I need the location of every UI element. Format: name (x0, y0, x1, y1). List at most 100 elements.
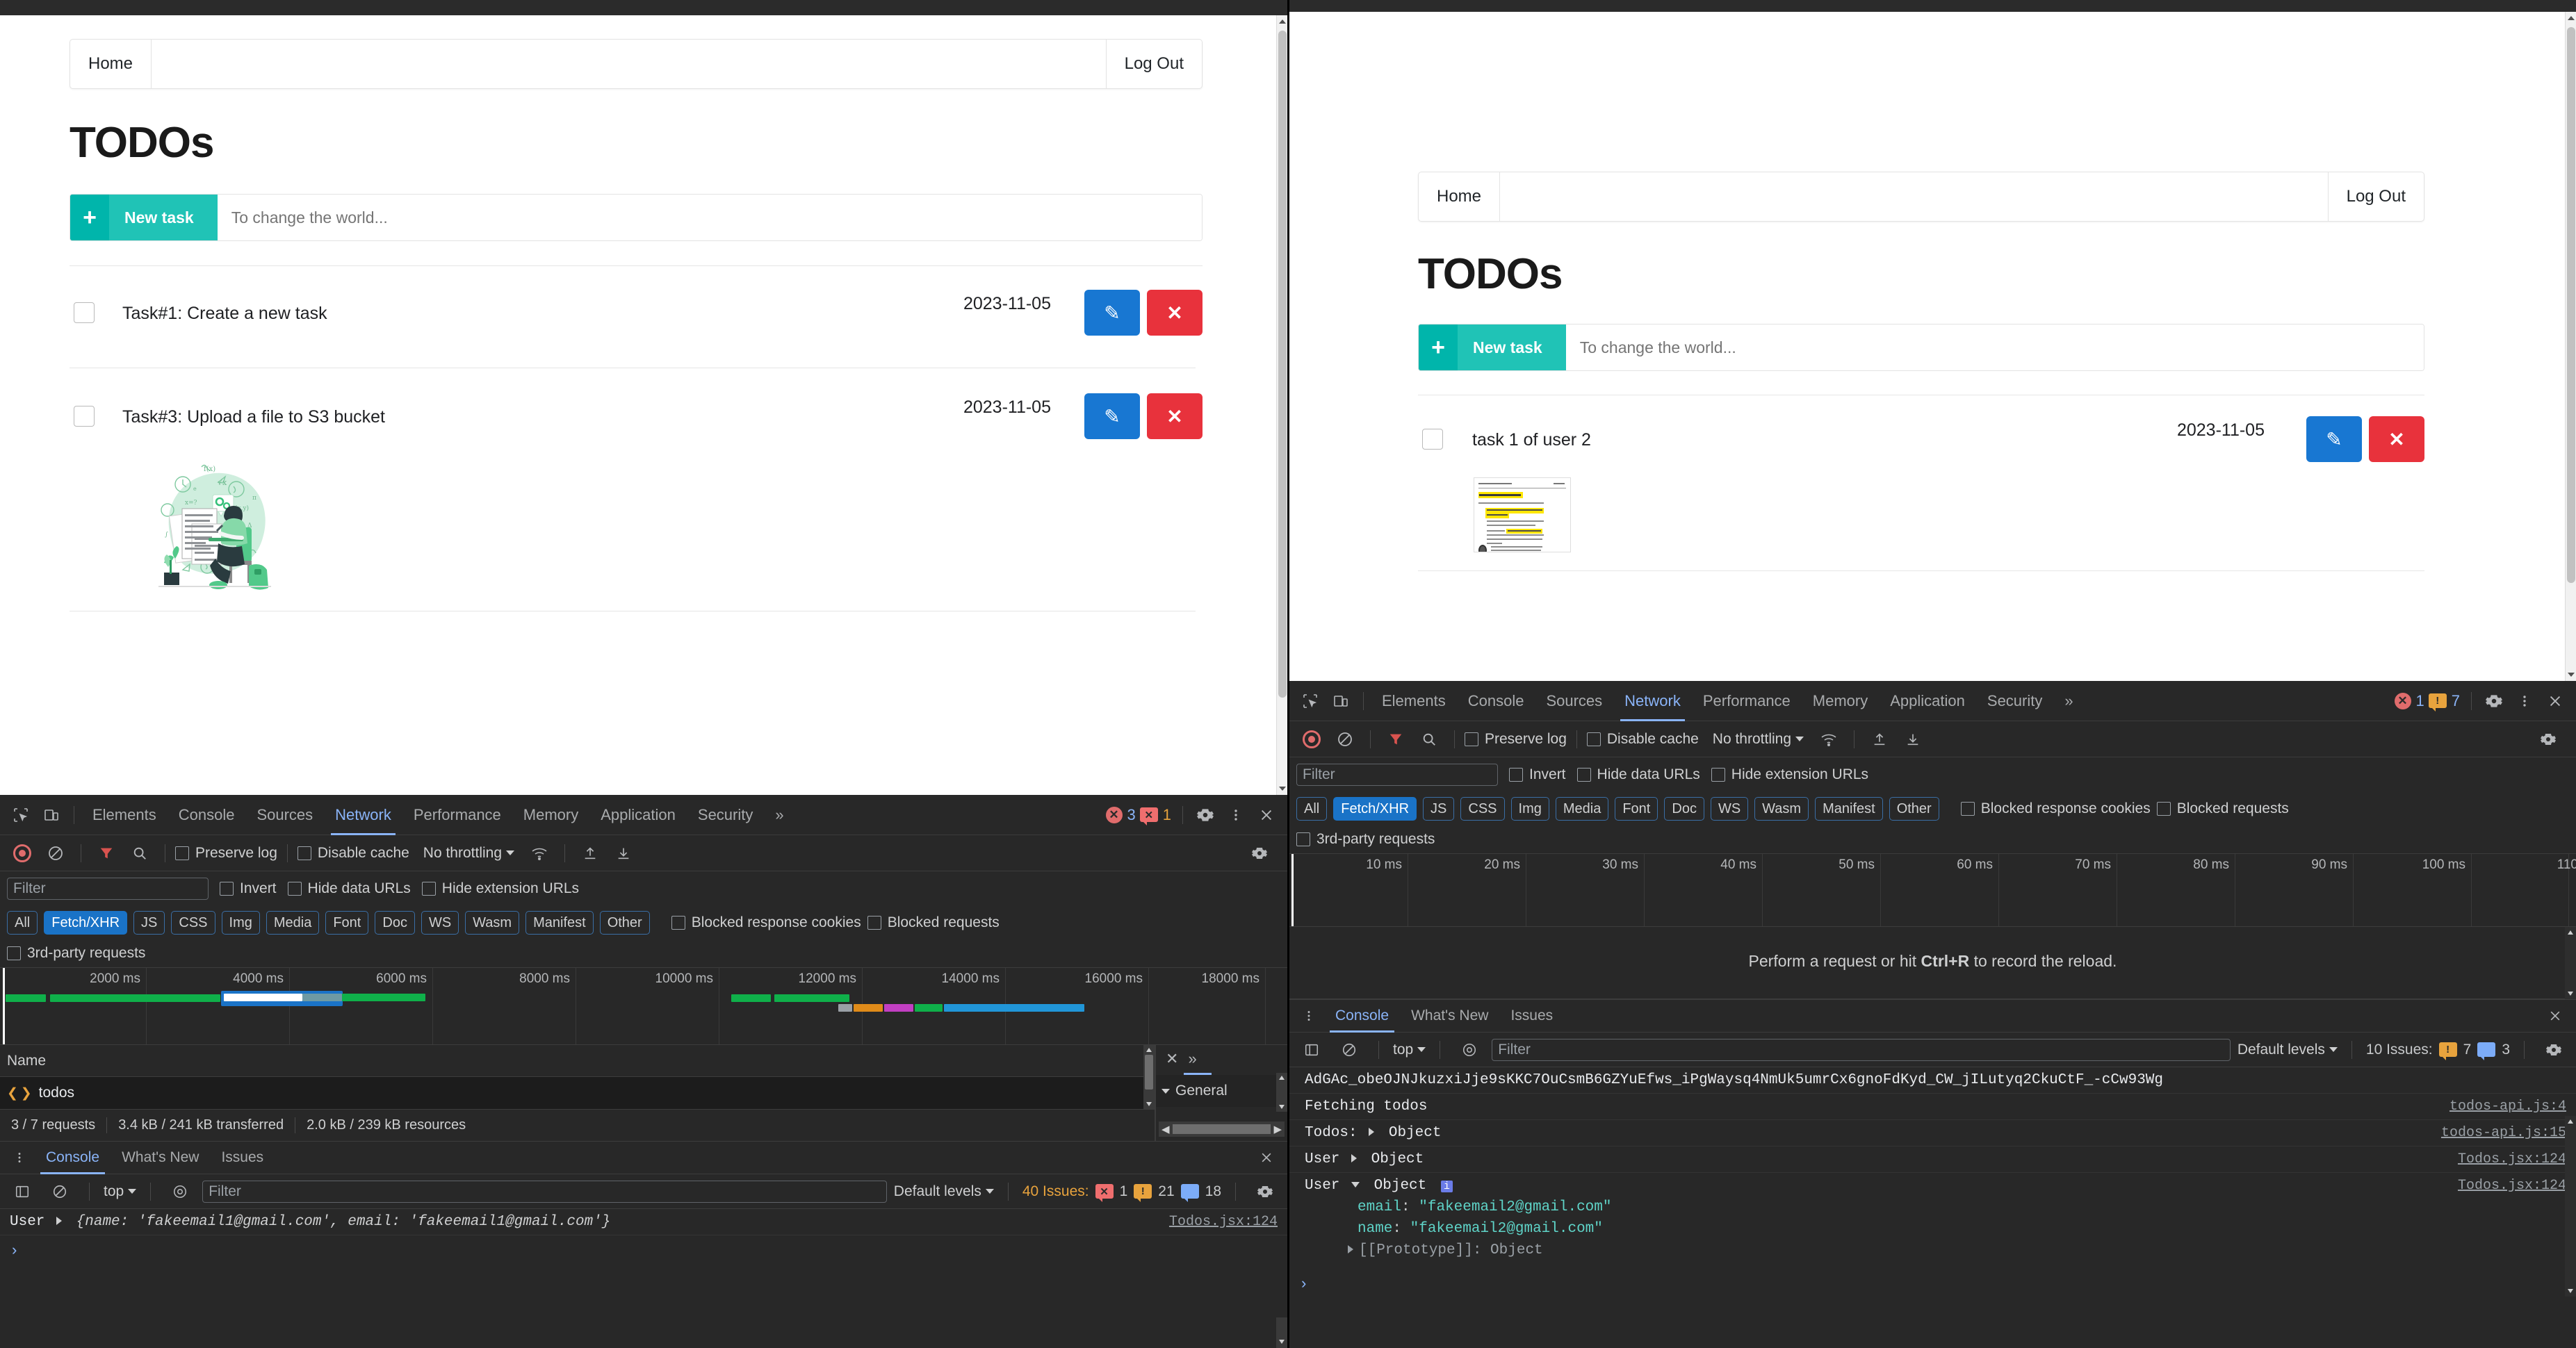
console-source-link[interactable]: todos-api.js:4 (2449, 1099, 2566, 1115)
console-message[interactable]: User Object Todos.jsx:124 (1289, 1146, 2576, 1173)
scroll-down-arrow[interactable] (1146, 1102, 1152, 1106)
console-prompt[interactable]: › (0, 1235, 1287, 1267)
drawer-close-icon[interactable] (2540, 1001, 2570, 1031)
export-har-icon[interactable] (1898, 724, 1928, 755)
scroll-thumb[interactable] (1278, 31, 1287, 698)
device-toolbar-icon[interactable] (36, 800, 67, 830)
gear-icon[interactable] (2479, 686, 2509, 716)
type-filter-ws[interactable]: WS (1711, 797, 1748, 821)
hide-extension-urls-checkbox[interactable]: Hide extension URLs (1711, 766, 1868, 783)
tab-sources[interactable]: Sources (245, 795, 324, 835)
tab-memory[interactable]: Memory (512, 795, 589, 835)
new-task-input[interactable] (218, 195, 1202, 240)
search-icon[interactable] (124, 838, 155, 869)
tab-sources[interactable]: Sources (1535, 681, 1613, 721)
search-icon[interactable] (1414, 724, 1444, 755)
tab-application[interactable]: Application (589, 795, 687, 835)
console-source-link[interactable]: Todos.jsx:124 (2458, 1178, 2566, 1194)
tab-network[interactable]: Network (1613, 681, 1692, 721)
nav-logout-link[interactable]: Log Out (1106, 40, 1202, 88)
disable-cache-checkbox[interactable]: Disable cache (297, 845, 409, 862)
issues-summary[interactable]: 40 Issues: ✕ 1 ! 21 18 (1022, 1183, 1221, 1200)
scroll-thumb[interactable] (1173, 1124, 1271, 1134)
console-settings-icon[interactable] (1250, 1176, 1280, 1207)
scroll-up-arrow[interactable] (1146, 1048, 1152, 1052)
inspect-element-icon[interactable] (1295, 686, 1326, 716)
hide-data-urls-checkbox[interactable]: Hide data URLs (288, 880, 411, 897)
console-source-link[interactable]: Todos.jsx:124 (1169, 1214, 1278, 1230)
import-har-icon[interactable] (575, 838, 605, 869)
drawer-tab-whats-new[interactable]: What's New (111, 1141, 210, 1174)
console-sidebar-icon[interactable] (7, 1176, 38, 1207)
type-filter-css[interactable]: CSS (1460, 797, 1504, 821)
scroll-down-arrow[interactable] (1279, 1340, 1285, 1344)
tab-application[interactable]: Application (1879, 681, 1976, 721)
drawer-tab-whats-new[interactable]: What's New (1400, 999, 1499, 1033)
scroll-down-arrow[interactable] (1279, 1105, 1285, 1109)
console-context-select[interactable]: top (104, 1183, 136, 1200)
message-count-badge[interactable]: ✕ 1 (1140, 806, 1171, 824)
type-filter-wasm[interactable]: Wasm (1754, 797, 1809, 821)
new-task-button[interactable]: + New task (70, 195, 218, 240)
network-settings-icon[interactable] (2533, 724, 2563, 755)
type-filter-fetch-xhr[interactable]: Fetch/XHR (1333, 797, 1417, 821)
tab-performance[interactable]: Performance (1692, 681, 1802, 721)
close-icon[interactable] (2540, 686, 2570, 716)
type-filter-all[interactable]: All (7, 911, 38, 935)
inspect-element-icon[interactable] (6, 800, 36, 830)
live-expression-icon[interactable] (165, 1176, 195, 1207)
expand-triangle-icon[interactable] (56, 1217, 62, 1225)
tab-network[interactable]: Network (324, 795, 402, 835)
request-list-scrollbar[interactable] (1143, 1045, 1155, 1109)
error-count-badge[interactable]: ✕ 3 (1106, 806, 1136, 824)
task-checkbox[interactable] (74, 302, 95, 323)
network-filter-input[interactable] (1296, 764, 1498, 786)
delete-task-button[interactable]: ✕ (1147, 290, 1203, 336)
preserve-log-checkbox[interactable]: Preserve log (175, 845, 277, 862)
scroll-up-arrow[interactable] (2568, 1119, 2573, 1124)
task-checkbox[interactable] (1422, 429, 1443, 450)
tab-elements[interactable]: Elements (1371, 681, 1457, 721)
console-source-link[interactable]: todos-api.js:15 (2441, 1125, 2566, 1141)
filter-icon[interactable] (91, 838, 122, 869)
type-filter-all[interactable]: All (1296, 797, 1327, 821)
network-settings-icon[interactable] (1244, 838, 1275, 869)
console-prompt[interactable]: › (1289, 1263, 2576, 1297)
more-tabs-icon[interactable]: » (2053, 681, 2084, 721)
type-filter-other[interactable]: Other (1889, 797, 1939, 821)
tab-performance[interactable]: Performance (402, 795, 512, 835)
type-filter-fetch-xhr[interactable]: Fetch/XHR (44, 911, 127, 935)
console-message-expanded[interactable]: User Object i Todos.jsx:124 email: "fake… (1289, 1173, 2576, 1263)
device-toolbar-icon[interactable] (1326, 686, 1356, 716)
details-section-general[interactable]: General (1175, 1083, 1228, 1099)
console-filter-input[interactable] (1492, 1039, 2231, 1061)
scroll-down-arrow[interactable] (2568, 992, 2573, 996)
expand-triangle-icon[interactable] (1351, 1154, 1357, 1162)
more-tabs-icon[interactable]: » (764, 795, 794, 835)
type-filter-css[interactable]: CSS (171, 911, 215, 935)
chevron-down-icon[interactable] (1161, 1089, 1170, 1094)
edit-task-button[interactable]: ✎ (1084, 290, 1140, 336)
type-filter-js[interactable]: JS (1423, 797, 1454, 821)
network-overview-timeline[interactable]: 10 ms 20 ms 30 ms 40 ms 50 ms 60 ms 70 m… (1289, 853, 2576, 927)
console-message[interactable]: Fetching todos todos-api.js:4 (1289, 1094, 2576, 1120)
type-filter-doc[interactable]: Doc (1664, 797, 1704, 821)
type-filter-font[interactable]: Font (1615, 797, 1658, 821)
record-button[interactable] (1296, 724, 1327, 755)
scroll-down-arrow[interactable] (2568, 673, 2575, 677)
type-filter-js[interactable]: JS (133, 911, 165, 935)
drawer-tab-console[interactable]: Console (1324, 999, 1400, 1033)
expand-details-icon[interactable]: » (1188, 1050, 1196, 1068)
column-header-name[interactable]: Name (0, 1045, 1155, 1077)
edit-task-button[interactable]: ✎ (1084, 393, 1140, 439)
drawer-close-icon[interactable] (1251, 1142, 1282, 1173)
error-count-badge[interactable]: ✕ 1 (2395, 692, 2424, 710)
prototype-row[interactable]: [[Prototype]]: Object (1305, 1237, 2566, 1258)
console-scrollbar[interactable] (2565, 1116, 2576, 1297)
live-expression-icon[interactable] (1454, 1035, 1485, 1065)
type-filter-wasm[interactable]: Wasm (465, 911, 519, 935)
type-filter-img[interactable]: Img (222, 911, 260, 935)
preserve-log-checkbox[interactable]: Preserve log (1465, 731, 1567, 748)
nav-home-link[interactable]: Home (70, 40, 152, 88)
drawer-kebab-icon[interactable] (1294, 1001, 1324, 1031)
